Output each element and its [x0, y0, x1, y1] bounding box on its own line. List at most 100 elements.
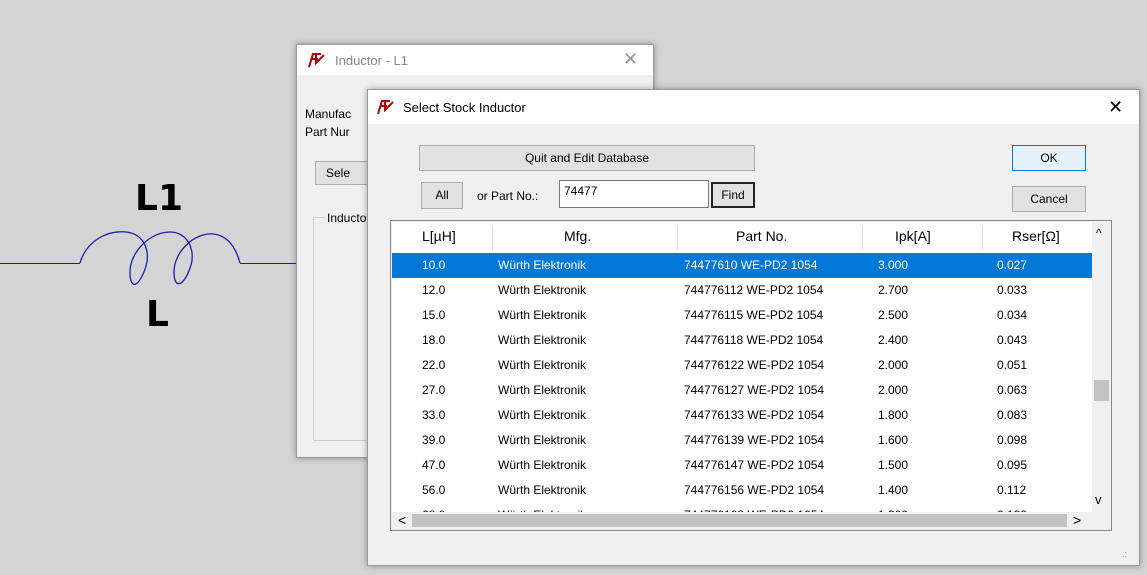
cell-rser: 0.095 — [997, 458, 1028, 472]
inductor-group-label: Inducto — [325, 211, 369, 225]
table-row[interactable]: 10.0 Würth Elektronik 74477610 WE-PD2 1054… — [392, 253, 1092, 278]
inductor-symbol[interactable] — [78, 224, 242, 294]
cell-part-no: 744776139 WE-PD2 1054 — [684, 433, 825, 447]
cell-rser: 0.098 — [997, 433, 1028, 447]
cell-part-no: 744776147 WE-PD2 1054 — [684, 458, 825, 472]
cell-inductance: 27.0 — [422, 383, 446, 397]
cell-ipk: 1.600 — [878, 433, 909, 447]
all-button[interactable]: All — [421, 182, 463, 209]
cell-mfg: Würth Elektronik — [498, 483, 587, 497]
cell-ipk: 2.500 — [878, 308, 909, 322]
cell-rser: 0.063 — [997, 383, 1028, 397]
cell-part-no: 744776133 WE-PD2 1054 — [684, 408, 825, 422]
close-icon[interactable]: ✕ — [1108, 97, 1123, 118]
col-header-rser[interactable]: Rser[Ω] — [1012, 228, 1060, 244]
scroll-up-icon[interactable]: ^ — [1096, 226, 1102, 240]
scroll-right-icon[interactable]: > — [1073, 512, 1081, 528]
cell-mfg: Würth Elektronik — [498, 283, 587, 297]
part-no-label: or Part No.: — [477, 189, 539, 203]
col-header-part-no[interactable]: Part No. — [736, 228, 787, 244]
inductor-dialog-titlebar[interactable]: Inductor - L1 ✕ — [297, 45, 653, 75]
cell-rser: 0.034 — [997, 308, 1028, 322]
cancel-button[interactable]: Cancel — [1012, 186, 1086, 212]
stock-dialog-title: Select Stock Inductor — [403, 100, 526, 115]
cell-part-no: 744776115 WE-PD2 1054 — [684, 308, 824, 322]
cell-mfg: Würth Elektronik — [498, 408, 587, 422]
inductor-ref-label[interactable]: L1 — [135, 178, 183, 219]
cell-inductance: 18.0 — [422, 333, 446, 347]
cell-mfg: Würth Elektronik — [498, 308, 587, 322]
horizontal-scroll-thumb[interactable] — [412, 514, 1067, 527]
cell-inductance: 56.0 — [422, 483, 446, 497]
inductor-groupbox — [313, 217, 375, 441]
app-logo-icon — [308, 53, 325, 68]
table-header: L[µH] Mfg. Part No. Ipk[A] Rser[Ω] — [392, 222, 1092, 250]
inductor-value-label[interactable]: L — [146, 294, 169, 335]
close-icon[interactable]: ✕ — [623, 49, 638, 70]
cell-mfg: Würth Elektronik — [498, 333, 587, 347]
inductor-table[interactable]: L[µH] Mfg. Part No. Ipk[A] Rser[Ω] 10.0 W… — [392, 222, 1092, 512]
scrollbar-corner — [1092, 512, 1110, 529]
wire-right — [240, 263, 300, 264]
table-row[interactable]: 39.0 Würth Elektronik 744776139 WE-PD2 105… — [392, 428, 1092, 453]
cell-inductance: 47.0 — [422, 458, 446, 472]
cell-rser: 0.043 — [997, 333, 1028, 347]
select-inductor-button[interactable]: Sele — [315, 161, 375, 185]
cell-mfg: Würth Elektronik — [498, 358, 587, 372]
table-row[interactable]: 33.0 Würth Elektronik 744776133 WE-PD2 105… — [392, 403, 1092, 428]
col-header-inductance[interactable]: L[µH] — [422, 228, 456, 244]
cell-ipk: 2.400 — [878, 333, 909, 347]
cell-rser: 0.033 — [997, 283, 1028, 297]
cell-part-no: 744776112 WE-PD2 1054 — [684, 283, 824, 297]
table-row[interactable]: 56.0 Würth Elektronik 744776156 WE-PD2 105… — [392, 478, 1092, 503]
cell-rser: 0.112 — [997, 483, 1027, 497]
cell-ipk: 1.800 — [878, 408, 909, 422]
cell-part-no: 744776118 WE-PD2 1054 — [684, 333, 824, 347]
cell-part-no: 74477610 WE-PD2 1054 — [684, 258, 818, 272]
cell-part-no: 744776156 WE-PD2 1054 — [684, 483, 825, 497]
cell-rser: 0.051 — [997, 358, 1028, 372]
inductor-dialog-title: Inductor - L1 — [335, 53, 408, 68]
wire-left — [0, 263, 80, 264]
ok-button[interactable]: OK — [1012, 145, 1086, 171]
quit-edit-database-button[interactable]: Quit and Edit Database — [419, 145, 755, 171]
cell-inductance: 22.0 — [422, 358, 446, 372]
scroll-left-icon[interactable]: < — [398, 512, 406, 528]
table-row[interactable]: 18.0 Würth Elektronik 744776118 WE-PD2 105… — [392, 328, 1092, 353]
manufacturer-label: Manufac — [305, 107, 352, 121]
find-button[interactable]: Find — [711, 182, 755, 208]
table-row[interactable]: 15.0 Würth Elektronik 744776115 WE-PD2 105… — [392, 303, 1092, 328]
table-row[interactable]: 12.0 Würth Elektronik 744776112 WE-PD2 105… — [392, 278, 1092, 303]
cell-inductance: 15.0 — [422, 308, 446, 322]
cell-mfg: Würth Elektronik — [498, 433, 587, 447]
table-row[interactable]: 68.0Würth Elektronik744776168 WE-PD2 105… — [392, 503, 1092, 512]
cell-mfg: Würth Elektronik — [498, 383, 587, 397]
scroll-down-icon[interactable]: v — [1095, 492, 1102, 507]
vertical-scrollbar[interactable]: ^ v — [1092, 222, 1110, 512]
stock-dialog-titlebar[interactable]: Select Stock Inductor ✕ — [368, 90, 1139, 124]
vertical-scroll-thumb[interactable] — [1094, 380, 1109, 401]
cell-ipk: 2.700 — [878, 283, 909, 297]
cell-rser: 0.027 — [997, 258, 1028, 272]
cell-part-no: 744776122 WE-PD2 1054 — [684, 358, 825, 372]
cell-rser: 0.083 — [997, 408, 1028, 422]
cell-ipk: 2.000 — [878, 358, 909, 372]
cell-ipk: 3.000 — [878, 258, 909, 272]
cell-mfg: Würth Elektronik — [498, 458, 587, 472]
cell-ipk: 2.000 — [878, 383, 909, 397]
resize-grip-icon[interactable]: .: — [1122, 549, 1127, 559]
cell-inductance: 33.0 — [422, 408, 446, 422]
col-header-mfg[interactable]: Mfg. — [564, 228, 591, 244]
cell-part-no: 744776127 WE-PD2 1054 — [684, 383, 825, 397]
cell-ipk: 1.500 — [878, 458, 909, 472]
table-row[interactable]: 27.0 Würth Elektronik 744776127 WE-PD2 105… — [392, 378, 1092, 403]
table-row[interactable]: 22.0 Würth Elektronik 744776122 WE-PD2 105… — [392, 353, 1092, 378]
horizontal-scrollbar[interactable]: < > — [392, 512, 1092, 529]
part-no-input[interactable]: 74477 — [559, 180, 709, 208]
col-header-ipk[interactable]: Ipk[A] — [895, 228, 931, 244]
cell-ipk: 1.400 — [878, 483, 909, 497]
cell-inductance: 12.0 — [422, 283, 446, 297]
app-logo-icon — [377, 100, 394, 115]
table-row[interactable]: 47.0 Würth Elektronik 744776147 WE-PD2 105… — [392, 453, 1092, 478]
part-number-label: Part Nur — [305, 125, 350, 139]
